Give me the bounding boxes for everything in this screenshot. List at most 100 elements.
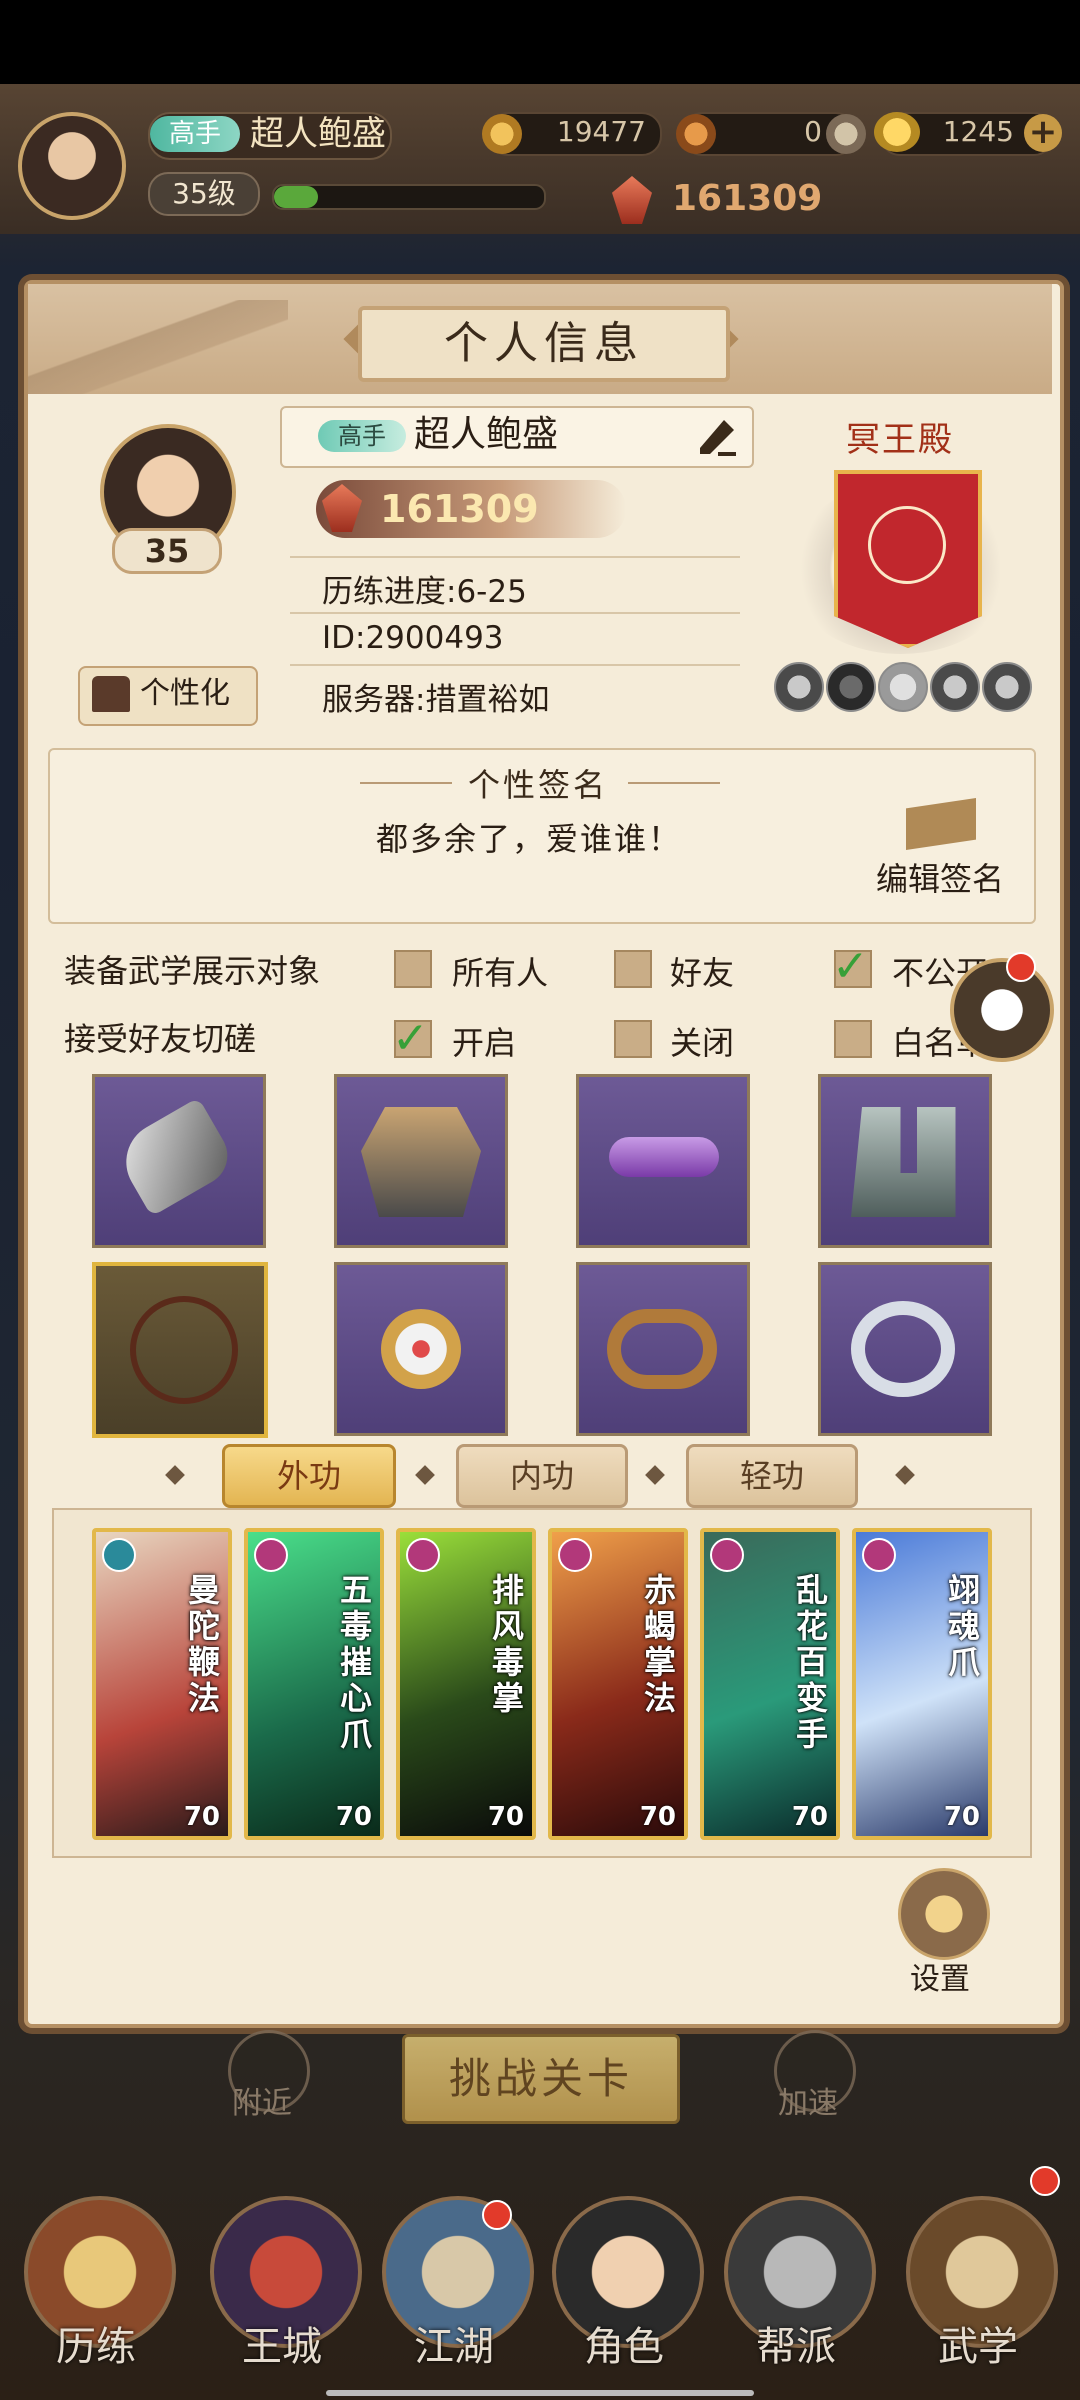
accept-spar-label: 接受好友切磋: [64, 1020, 257, 1058]
signature-title-left-ornament: [360, 782, 452, 784]
equip-slot-weapon[interactable]: [92, 1074, 266, 1248]
skill-card[interactable]: 五毒摧心爪 70: [244, 1528, 384, 1840]
equip-slot-hairpin[interactable]: [334, 1262, 508, 1436]
divider: [290, 612, 740, 614]
skill-level: 70: [335, 1802, 372, 1832]
tab-inner[interactable]: 内功: [456, 1444, 628, 1508]
signature-title: 个性签名: [468, 766, 609, 804]
nav-wuxue[interactable]: 武学: [908, 2314, 1048, 2372]
option-on[interactable]: 开启: [452, 1018, 516, 1064]
skill-card[interactable]: 曼陀鞭法 70: [92, 1528, 232, 1840]
check-icon: ✓: [392, 1013, 429, 1064]
checkbox-everyone[interactable]: [394, 950, 432, 988]
option-everyone[interactable]: 所有人: [452, 948, 548, 994]
customize-label: 个性化: [140, 676, 230, 711]
edit-name-icon[interactable]: [694, 414, 740, 460]
hud-level: 35级: [148, 172, 260, 216]
player-avatar[interactable]: [18, 112, 126, 220]
profile-power-value: 161309: [380, 487, 539, 531]
check-icon: ✓: [832, 941, 869, 992]
divider: [290, 664, 740, 666]
option-friends[interactable]: 好友: [670, 948, 734, 994]
skill-name: 排风毒掌: [492, 1571, 525, 1717]
divider: [290, 556, 740, 558]
notification-dot: [1030, 2166, 1060, 2196]
progress-text: 历练进度:6-25: [322, 574, 527, 610]
equip-slot-armor[interactable]: [334, 1074, 508, 1248]
coin-icon: [482, 114, 522, 154]
gold-value: 1245: [942, 115, 1014, 148]
hud-player-name: 超人鲍盛: [250, 114, 386, 154]
second-currency-value: 0: [804, 115, 822, 148]
skill-card[interactable]: 排风毒掌 70: [396, 1528, 536, 1840]
status-bar: [0, 0, 1080, 84]
equip-slot-belt[interactable]: [576, 1074, 750, 1248]
skill-type-icon: [406, 1538, 440, 1572]
skill-level: 70: [791, 1802, 828, 1832]
nearby-label[interactable]: 附近: [232, 2078, 292, 2122]
hud-power-value: 161309: [672, 178, 823, 219]
signature-text: 都多余了，爱谁谁！: [376, 820, 683, 858]
skill-level: 70: [639, 1802, 676, 1832]
skill-card[interactable]: 乱花百变手 70: [700, 1528, 840, 1840]
skill-type-icon: [862, 1538, 896, 1572]
equip-display-label: 装备武学展示对象: [64, 952, 321, 990]
nav-bangpai[interactable]: 帮派: [726, 2314, 866, 2372]
notification-dot: [482, 2200, 512, 2230]
settings-icon[interactable]: [898, 1868, 990, 1960]
profile-name: 超人鲍盛: [414, 414, 559, 455]
nav-wangcheng[interactable]: 王城: [212, 2314, 352, 2372]
tab-light[interactable]: 轻功: [686, 1444, 858, 1508]
checkbox-whitelist[interactable]: [834, 1020, 872, 1058]
option-off[interactable]: 关闭: [670, 1018, 734, 1064]
skill-level: 70: [943, 1802, 980, 1832]
edit-signature-button[interactable]: 编辑签名: [876, 854, 1004, 900]
checkbox-friends[interactable]: [614, 950, 652, 988]
equip-slot-ring[interactable]: [818, 1262, 992, 1436]
badge-icon[interactable]: [982, 662, 1032, 712]
skill-name: 翊魂爪: [948, 1571, 981, 1681]
nav-lilian[interactable]: 历练: [26, 2314, 166, 2372]
skill-level: 70: [183, 1802, 220, 1832]
challenge-stage-button[interactable]: 挑战关卡: [402, 2034, 680, 2124]
home-indicator: [326, 2390, 754, 2396]
add-gold-button[interactable]: +: [1024, 114, 1062, 152]
tab-outer[interactable]: 外功: [222, 1444, 396, 1508]
equip-slot-boots[interactable]: [818, 1074, 992, 1248]
speedup-label[interactable]: 加速: [778, 2078, 838, 2122]
skill-name: 五毒摧心爪: [340, 1571, 373, 1753]
badge-icon[interactable]: [774, 662, 824, 712]
settings-label[interactable]: 设置: [910, 1954, 970, 1998]
checkbox-off[interactable]: [614, 1020, 652, 1058]
skill-type-icon: [254, 1538, 288, 1572]
guild-name: 冥王殿: [846, 420, 954, 460]
skill-level: 70: [487, 1802, 524, 1832]
skill-type-icon: [558, 1538, 592, 1572]
badge-icon[interactable]: [930, 662, 980, 712]
signature-title-right-ornament: [628, 782, 720, 784]
skill-card[interactable]: 赤蝎掌法 70: [548, 1528, 688, 1840]
skill-name: 曼陀鞭法: [188, 1571, 221, 1717]
player-id: ID:2900493: [322, 620, 504, 656]
skill-name: 赤蝎掌法: [644, 1571, 677, 1717]
nav-jianghu[interactable]: 江湖: [384, 2314, 524, 2372]
equip-slot-necklace[interactable]: [92, 1262, 268, 1438]
nav-juese[interactable]: 角色: [554, 2314, 694, 2372]
coins-value: 19477: [556, 115, 646, 148]
currency-plate-icon: [826, 114, 866, 154]
notification-dot: [1006, 952, 1036, 982]
badge-icon[interactable]: [878, 662, 928, 712]
skill-type-icon: [102, 1538, 136, 1572]
skill-type-icon: [710, 1538, 744, 1572]
server-text: 服务器:措置裕如: [322, 682, 550, 718]
skill-card[interactable]: 翊魂爪 70: [852, 1528, 992, 1840]
equip-slot-bracelet[interactable]: [576, 1262, 750, 1436]
chat-bubble-icon[interactable]: [950, 958, 1054, 1062]
xp-bar-fill: [274, 186, 318, 208]
mountain-decoration: [28, 300, 288, 394]
panel-title: 个人信息: [358, 306, 730, 382]
profile-level: 35: [112, 528, 222, 574]
robe-icon: [92, 676, 130, 712]
skill-name: 乱花百变手: [796, 1571, 829, 1753]
badge-icon[interactable]: [826, 662, 876, 712]
